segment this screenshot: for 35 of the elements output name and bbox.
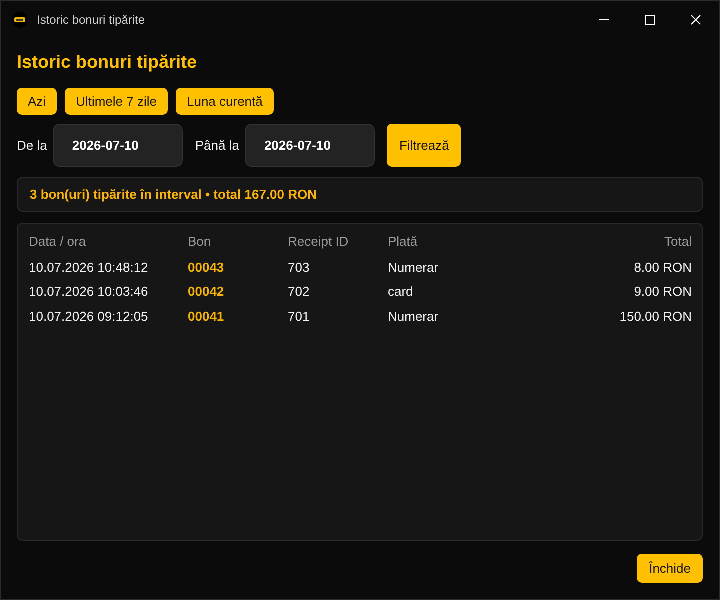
close-dialog-button[interactable]: Închide [637, 554, 703, 583]
table-cell-text: 8.00 RON [634, 259, 692, 278]
column-header: Total [664, 232, 692, 250]
receipt-number-cell-text: 00042 [188, 282, 224, 301]
close-icon [691, 14, 701, 24]
logo-icon [12, 12, 28, 28]
table-cell-text: 702 [288, 282, 310, 301]
field-label: Până la [195, 138, 240, 153]
window-title: Istoric bonuri tipărite [37, 12, 146, 26]
date-field[interactable]: 2026-07-10 [53, 124, 184, 167]
receipt-number-cell-text: 00043 [188, 259, 224, 278]
receipt-number-cell-text: 00041 [188, 308, 224, 326]
table-cell-text: 10.07.2026 09:12:05 [29, 308, 148, 326]
summary-text: 3 bon(uri) tipărite în interval • total 167.00 RON [30, 187, 317, 202]
column-header: Bon [188, 232, 212, 250]
date-range-button[interactable]: Azi [17, 88, 58, 115]
column-header: Plată [388, 232, 418, 250]
field-label: De la [17, 138, 48, 153]
table-cell-text: 150.00 RON [620, 308, 692, 326]
table-cell-text: 10.07.2026 10:03:46 [29, 282, 148, 301]
maximize-icon [645, 14, 655, 24]
table-cell-text: 701 [288, 308, 310, 326]
date-field[interactable]: 2026-07-10 [245, 124, 376, 167]
table-cell-text: 10.07.2026 10:48:12 [29, 259, 148, 278]
table-cell-text: Numerar [388, 308, 439, 326]
column-header: Receipt ID [288, 232, 349, 251]
table-cell-text: 9.00 RON [634, 282, 692, 301]
page-heading: Istoric bonuri tipărite [17, 52, 198, 74]
filter-button[interactable]: Filtrează [387, 124, 462, 167]
column-header: Data / ora [29, 232, 86, 250]
date-range-button[interactable]: Ultimele 7 zile [65, 88, 168, 115]
table-cell-text: card [388, 282, 414, 301]
date-range-button[interactable]: Luna curentă [176, 88, 274, 115]
table-cell-text: Numerar [388, 259, 439, 278]
table-cell-text: 703 [288, 259, 310, 278]
